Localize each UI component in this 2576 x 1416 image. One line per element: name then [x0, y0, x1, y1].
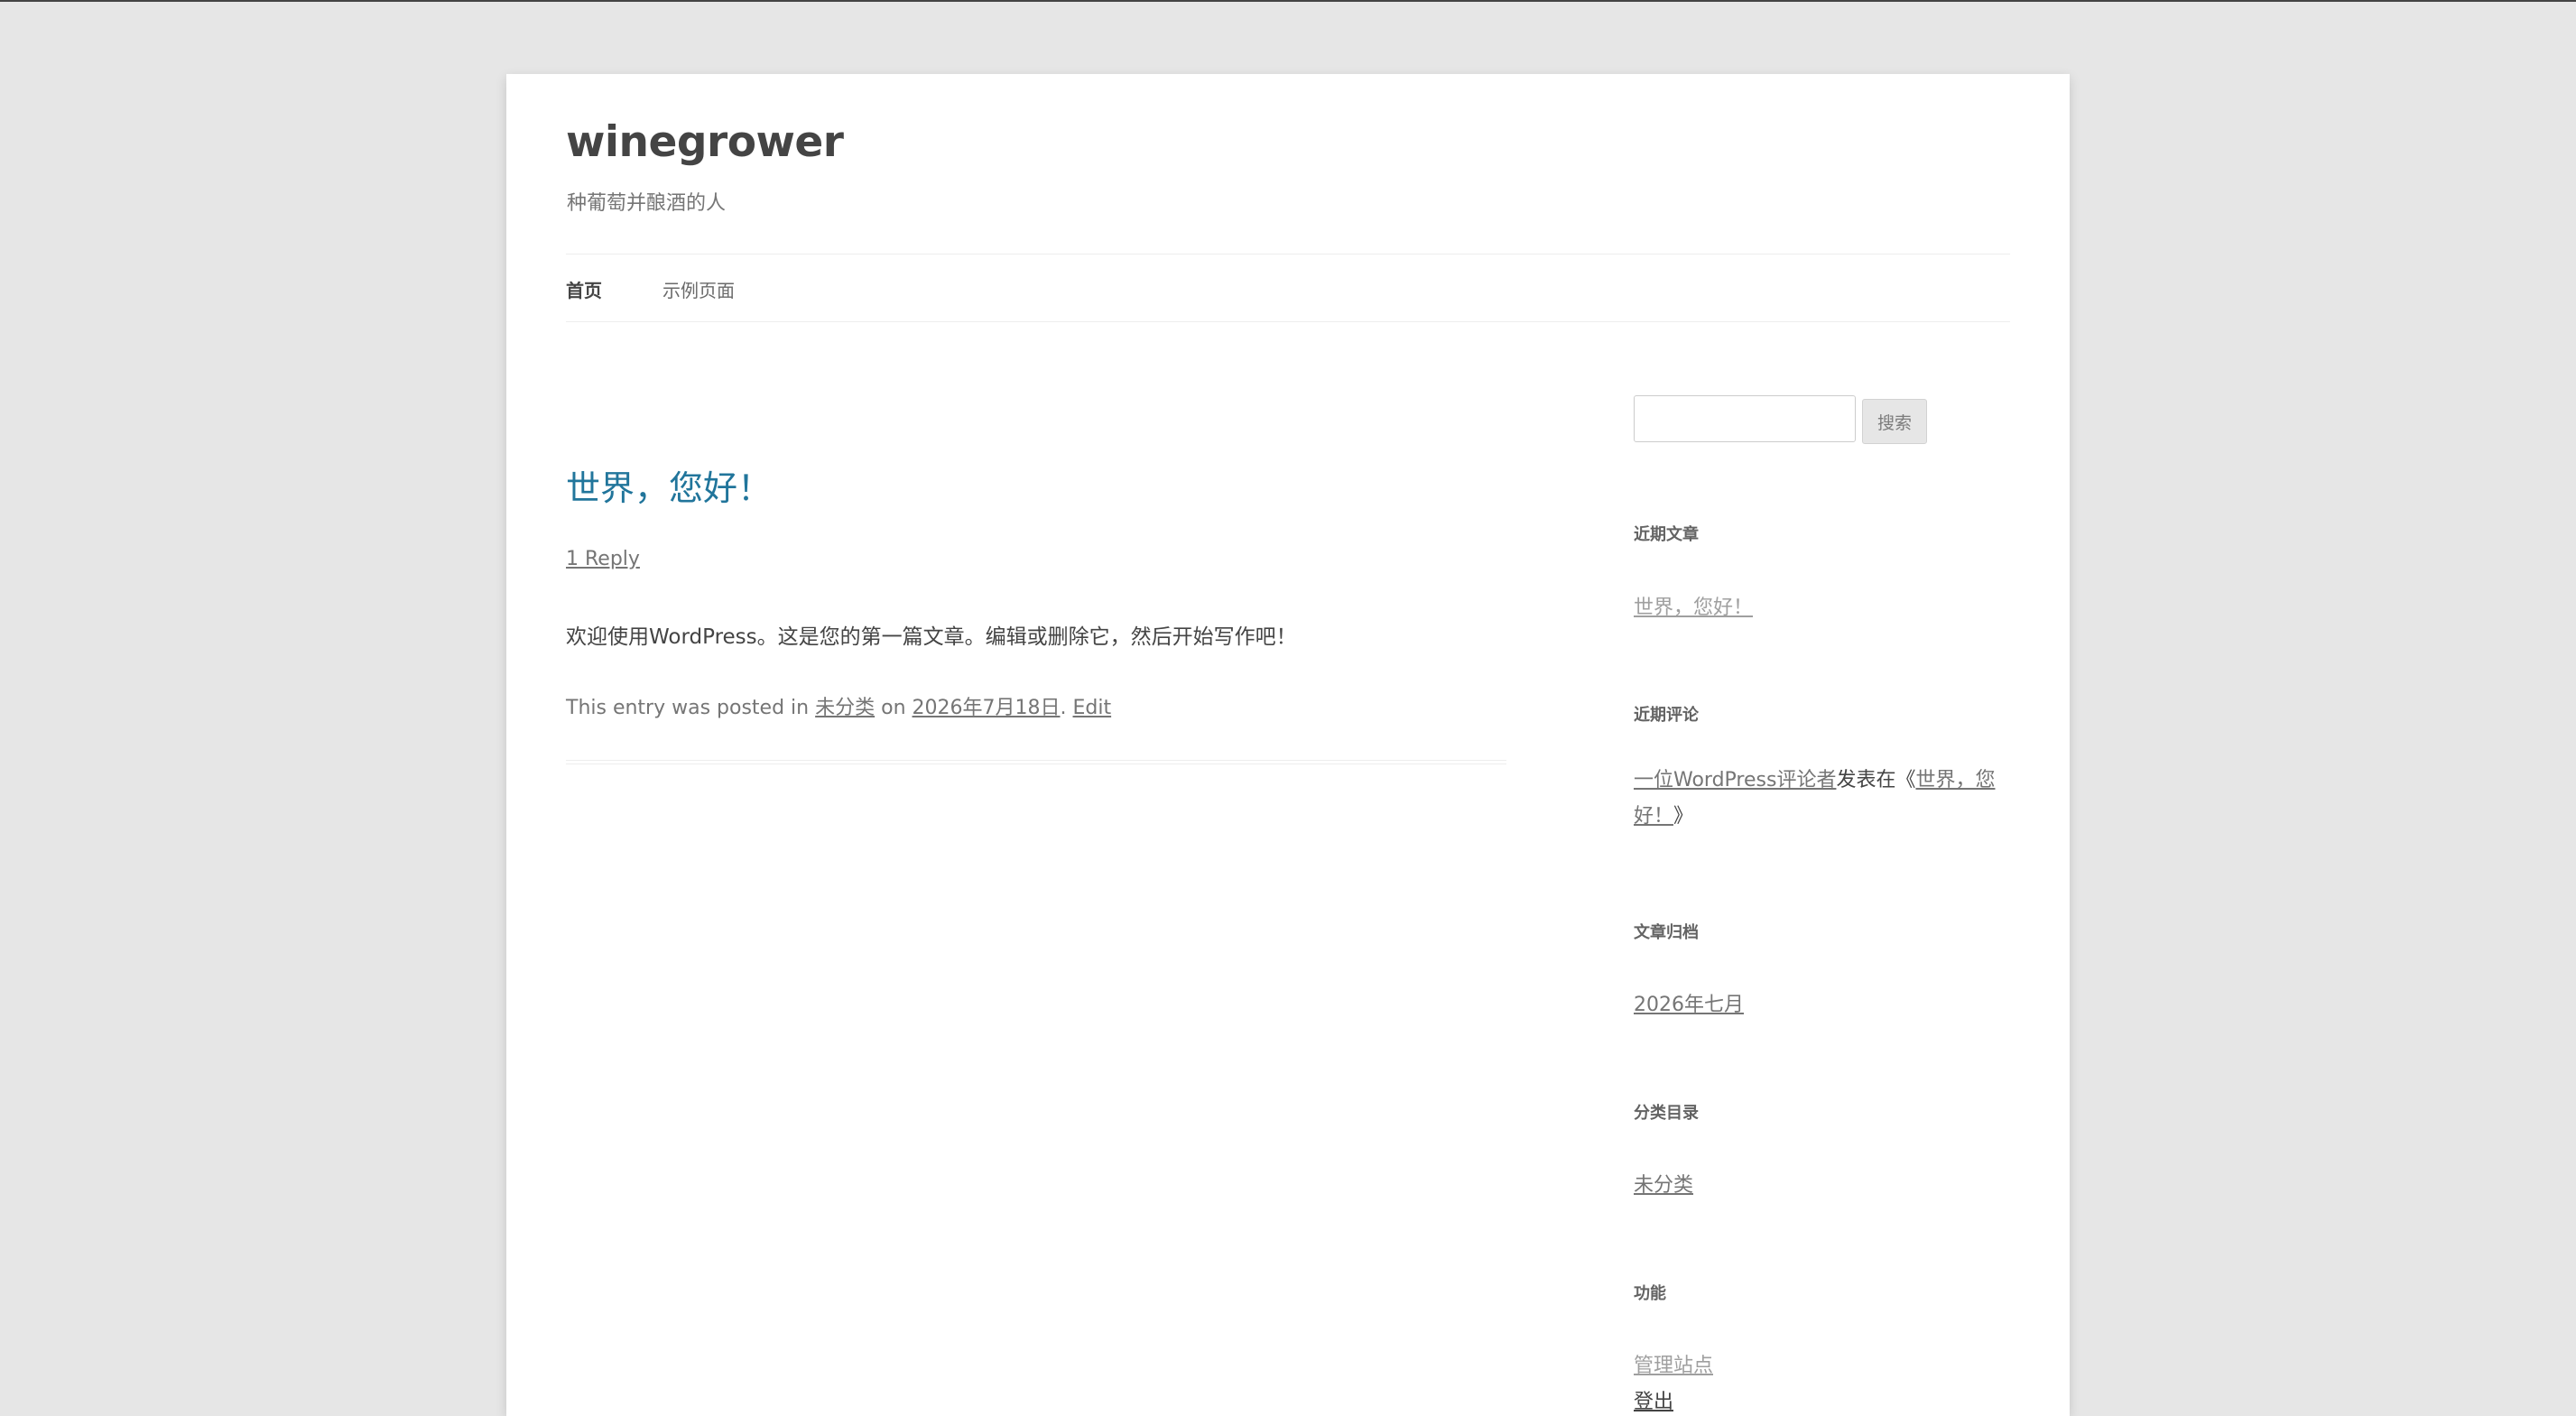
comment-mid-text: 发表在《 [1836, 769, 1916, 791]
entry-meta-prefix: This entry was posted in [566, 697, 816, 719]
date-link[interactable]: 2026年7月18日 [913, 697, 1061, 719]
categories-title: 分类目录 [1634, 1104, 1699, 1123]
page-container: winegrower 种葡萄并酿酒的人 首页 示例页面 世界，您好！ 1 Rep… [506, 74, 2070, 1416]
post-divider [566, 760, 1506, 764]
recent-post-link[interactable]: 世界，您好！ [1634, 591, 1753, 620]
entry-meta-separator: . [1060, 697, 1073, 719]
search-button[interactable]: 搜索 [1862, 399, 1927, 444]
recent-comment-line-2: 好！》 [1634, 799, 1693, 835]
site-title[interactable]: winegrower [566, 117, 844, 167]
recent-comment-line-1: 一位WordPress评论者发表在《世界，您 [1634, 763, 1995, 799]
category-link[interactable]: 未分类 [815, 697, 875, 719]
search-input[interactable] [1634, 395, 1856, 442]
logout-link[interactable]: 登出 [1634, 1385, 1673, 1414]
reply-link[interactable]: 1 Reply [566, 548, 640, 570]
post-title[interactable]: 世界，您好！ [566, 460, 772, 510]
site-admin-link[interactable]: 管理站点 [1634, 1349, 1713, 1378]
site-tagline: 种葡萄并酿酒的人 [567, 192, 727, 215]
entry-meta-on: on [875, 697, 913, 719]
comment-post-link[interactable]: 世界，您 [1915, 769, 1995, 791]
main-navigation: 首页 示例页面 [566, 254, 2010, 322]
archive-link[interactable]: 2026年七月 [1634, 988, 1744, 1017]
meta-title: 功能 [1634, 1284, 1666, 1303]
nav-item-home[interactable]: 首页 [566, 276, 602, 302]
recent-comments-title: 近期评论 [1634, 706, 1699, 725]
entry-meta: This entry was posted in 未分类 on 2026年7月1… [566, 691, 1111, 720]
comment-post-link-continued[interactable]: 好！ [1634, 805, 1673, 828]
comment-end-text: 》 [1673, 805, 1694, 828]
category-widget-link[interactable]: 未分类 [1634, 1169, 1693, 1198]
nav-item-sample-page[interactable]: 示例页面 [663, 276, 735, 302]
edit-link[interactable]: Edit [1073, 697, 1112, 719]
recent-posts-title: 近期文章 [1634, 525, 1699, 544]
comment-author-link[interactable]: 一位WordPress评论者 [1634, 769, 1836, 791]
post-content: 欢迎使用WordPress。这是您的第一篇文章。编辑或删除它，然后开始写作吧！ [566, 625, 1297, 649]
archives-title: 文章归档 [1634, 923, 1699, 942]
